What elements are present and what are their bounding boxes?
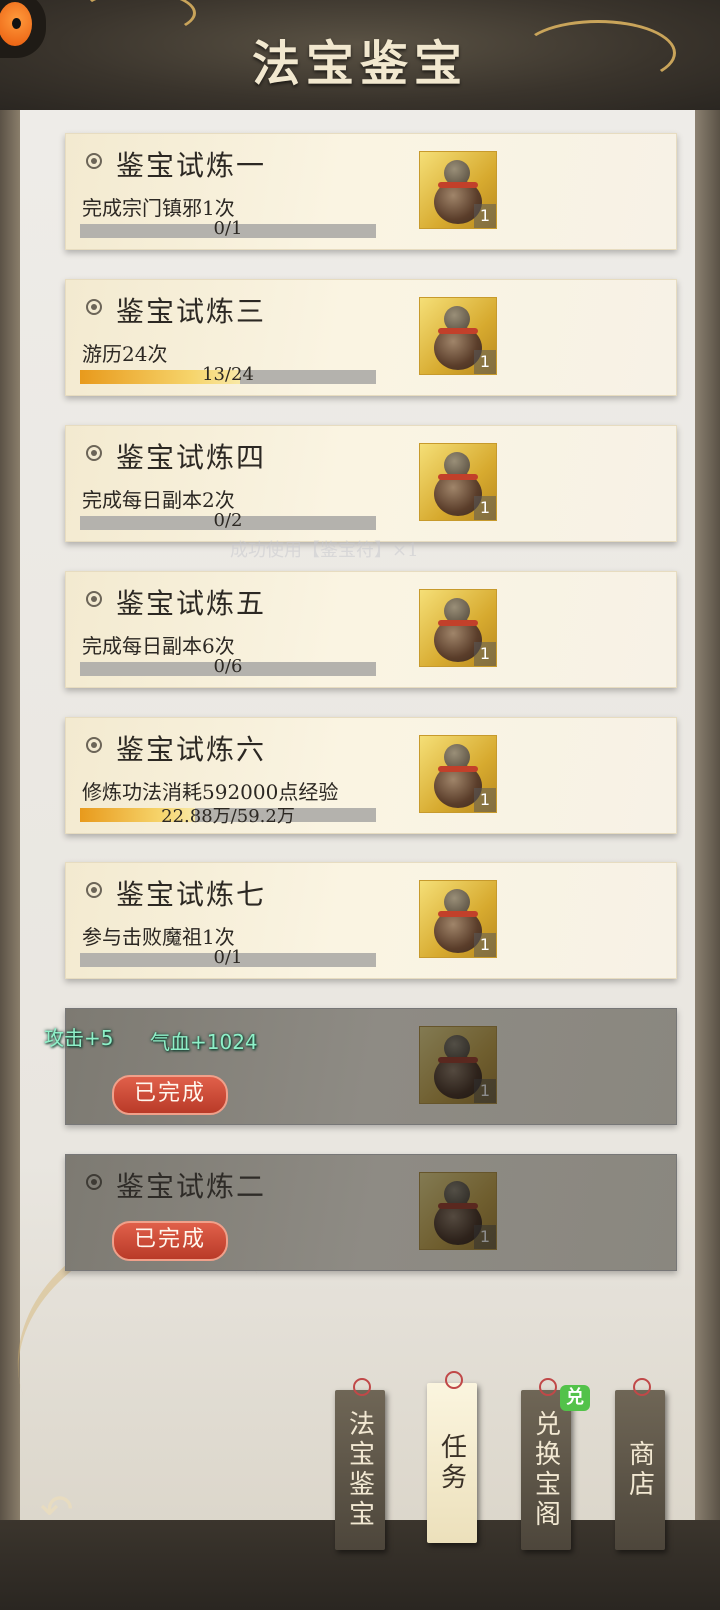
item-qty: 1 [474,350,496,374]
item-qty: 1 [474,204,496,228]
tab-shop[interactable]: 商店 [615,1378,665,1550]
task-desc: 完成宗门镇邪1次 [82,196,235,220]
task-card[interactable]: 鉴宝试炼五 完成每日副本6次 0/6 1 [65,571,677,688]
task-desc: 游历24次 [82,342,168,366]
tab-label: 商店 [624,1440,655,1500]
page-title: 法宝鉴宝 [251,36,468,92]
tab-label: 法宝鉴宝 [344,1410,375,1530]
tab-treasure-appraisal[interactable]: 法宝鉴宝 [335,1378,385,1550]
header: 法宝鉴宝 [0,0,720,110]
task-card[interactable]: 鉴宝试炼三 游历24次 13/24 1 [65,279,677,396]
toast-message: 成功使用【鉴宝符】×1 [230,540,419,561]
progress-text: 13/24 [202,364,254,385]
task-desc: 参与击败魔祖1次 [82,925,235,949]
reward-item[interactable]: 1 [419,151,497,229]
progress-text: 0/2 [213,510,243,531]
knot-icon [633,1378,651,1396]
item-qty: 1 [474,1225,496,1249]
floating-attack-text: 攻击+5 [44,1026,114,1050]
bullet-icon [86,1174,102,1190]
tab-label: 兑换宝阁 [530,1410,561,1530]
item-qty: 1 [474,1079,496,1103]
task-name: 鉴宝试炼五 [116,587,267,620]
completed-task-card[interactable]: 鉴宝试炼二 已完成 1 [65,1154,677,1271]
bullet-icon [86,882,102,898]
tab-exchange[interactable]: 兑换宝阁 [521,1378,571,1550]
task-card[interactable]: 鉴宝试炼一 完成宗门镇邪1次 0/1 1 [65,133,677,250]
task-name: 鉴宝试炼二 [116,1170,267,1203]
progress-text: 0/6 [213,656,243,677]
task-desc: 完成每日副本6次 [82,634,235,658]
task-desc: 修炼功法消耗592000点经验 [82,780,339,804]
reward-item[interactable]: 1 [419,735,497,813]
reward-item[interactable]: 1 [419,1172,497,1250]
bullet-icon [86,737,102,753]
reward-item[interactable]: 1 [419,589,497,667]
task-desc: 完成每日副本2次 [82,488,235,512]
task-card[interactable]: 鉴宝试炼七 参与击败魔祖1次 0/1 1 [65,862,677,979]
progress-text: 22.88万/59.2万 [161,806,295,827]
knot-icon [445,1371,463,1389]
progress-text: 0/1 [213,947,243,968]
item-qty: 1 [474,496,496,520]
item-qty: 1 [474,642,496,666]
item-qty: 1 [474,788,496,812]
bullet-icon [86,591,102,607]
tab-tasks[interactable]: 任务 [427,1371,477,1543]
reward-item[interactable]: 1 [419,443,497,521]
task-card[interactable]: 鉴宝试炼四 完成每日副本2次 0/2 1 [65,425,677,542]
progress-text: 0/1 [213,218,243,239]
knot-icon [539,1378,557,1396]
task-name: 鉴宝试炼一 [116,149,267,182]
task-name: 鉴宝试炼四 [116,441,267,474]
knot-icon [353,1378,371,1396]
exchange-badge: 兑 [560,1385,590,1411]
bullet-icon [86,153,102,169]
item-qty: 1 [474,933,496,957]
reward-item[interactable]: 1 [419,297,497,375]
back-arrow-icon[interactable]: ↶ [40,1490,88,1530]
reward-item[interactable]: 1 [419,1026,497,1104]
completed-badge: 已完成 [112,1221,228,1261]
tab-label: 任务 [436,1433,467,1493]
completed-badge: 已完成 [112,1075,228,1115]
reward-item[interactable]: 1 [419,880,497,958]
task-card[interactable]: 鉴宝试炼六 修炼功法消耗592000点经验 22.88万/59.2万 1 [65,717,677,834]
task-name: 鉴宝试炼七 [116,878,267,911]
bullet-icon [86,445,102,461]
task-name: 鉴宝试炼六 [116,733,267,766]
task-name: 鉴宝试炼三 [116,295,267,328]
bullet-icon [86,299,102,315]
floating-hp-text: 气血+1024 [150,1030,258,1054]
